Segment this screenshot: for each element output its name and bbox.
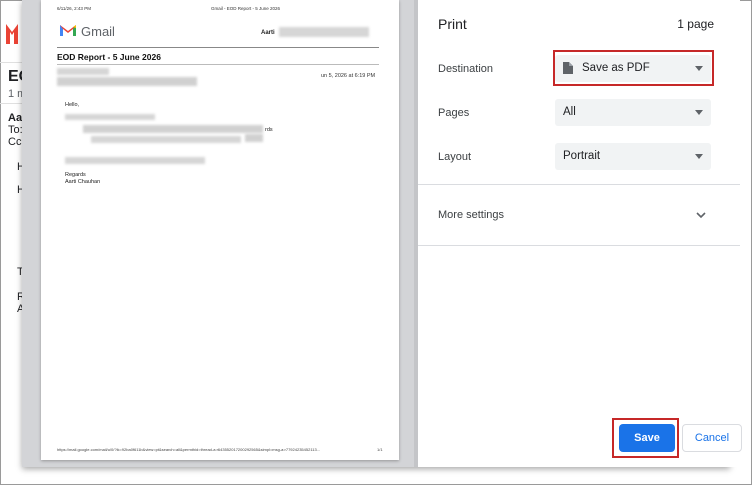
account-name: Aarti <box>261 30 275 36</box>
destination-highlight <box>553 50 714 86</box>
more-settings-label[interactable]: More settings <box>438 209 504 221</box>
gmail-logo-icon <box>6 24 18 44</box>
page-rule <box>57 64 379 65</box>
preview-page: 6/11/26, 2:43 PM Gmail - EOD Report - 5 … <box>41 0 399 460</box>
layout-label: Layout <box>438 151 472 163</box>
redacted-line <box>245 134 263 142</box>
page-count: 1 page <box>677 17 714 31</box>
cc-fragment: Cc <box>8 136 22 148</box>
settings-divider <box>418 184 740 185</box>
email-date: un 5, 2026 at 6:19 PM <box>321 73 376 79</box>
redacted-line <box>91 136 241 143</box>
print-dialog: 6/11/26, 2:43 PM Gmail - EOD Report - 5 … <box>22 0 742 467</box>
to-fragment: To: <box>8 124 23 136</box>
page-footer-number: 1/1 <box>377 447 383 452</box>
email-signature: Aarti Chauhan <box>65 179 101 185</box>
layout-value: Portrait <box>563 150 601 162</box>
sender-fragment: Aa <box>8 112 23 124</box>
print-preview-area[interactable]: 6/11/26, 2:43 PM Gmail - EOD Report - 5 … <box>22 0 418 467</box>
pages-select[interactable]: All <box>555 99 711 126</box>
email-greeting: Hello, <box>65 102 80 108</box>
chevron-down-icon[interactable] <box>695 209 707 221</box>
layout-select[interactable]: Portrait <box>555 143 711 170</box>
page-footer-url: https://mail.google.com/mail/u/0/?ik=92b… <box>57 447 321 452</box>
gmail-wordmark: Gmail <box>81 24 115 39</box>
email-subject: EOD Report - 5 June 2026 <box>57 52 161 62</box>
redacted-line <box>65 114 155 120</box>
redacted-email <box>279 27 369 37</box>
gmail-logo-icon <box>60 25 76 36</box>
save-highlight <box>612 418 679 458</box>
page-rule <box>57 47 379 48</box>
cancel-button[interactable]: Cancel <box>682 424 742 452</box>
pages-value: All <box>563 106 576 118</box>
redacted-sender <box>57 68 109 75</box>
divider <box>0 62 22 63</box>
dropdown-arrow-icon <box>695 110 703 115</box>
print-title: Print <box>438 16 467 32</box>
page-header-datetime: 6/11/26, 2:43 PM <box>57 6 91 11</box>
dropdown-arrow-icon <box>695 154 703 159</box>
destination-label: Destination <box>438 63 494 75</box>
pages-label: Pages <box>438 107 470 119</box>
redacted-line <box>83 125 263 133</box>
print-settings-panel: Print 1 page Destination Save as PDF Pag… <box>418 0 742 467</box>
divider <box>0 103 22 104</box>
email-signoff: Regards <box>65 172 86 178</box>
redacted-line <box>65 157 205 164</box>
text-fragment: rds <box>265 127 273 133</box>
page-header-title: Gmail - EOD Report - 5 June 2026 <box>211 6 281 11</box>
settings-divider <box>418 245 740 246</box>
redacted-address <box>57 77 197 86</box>
